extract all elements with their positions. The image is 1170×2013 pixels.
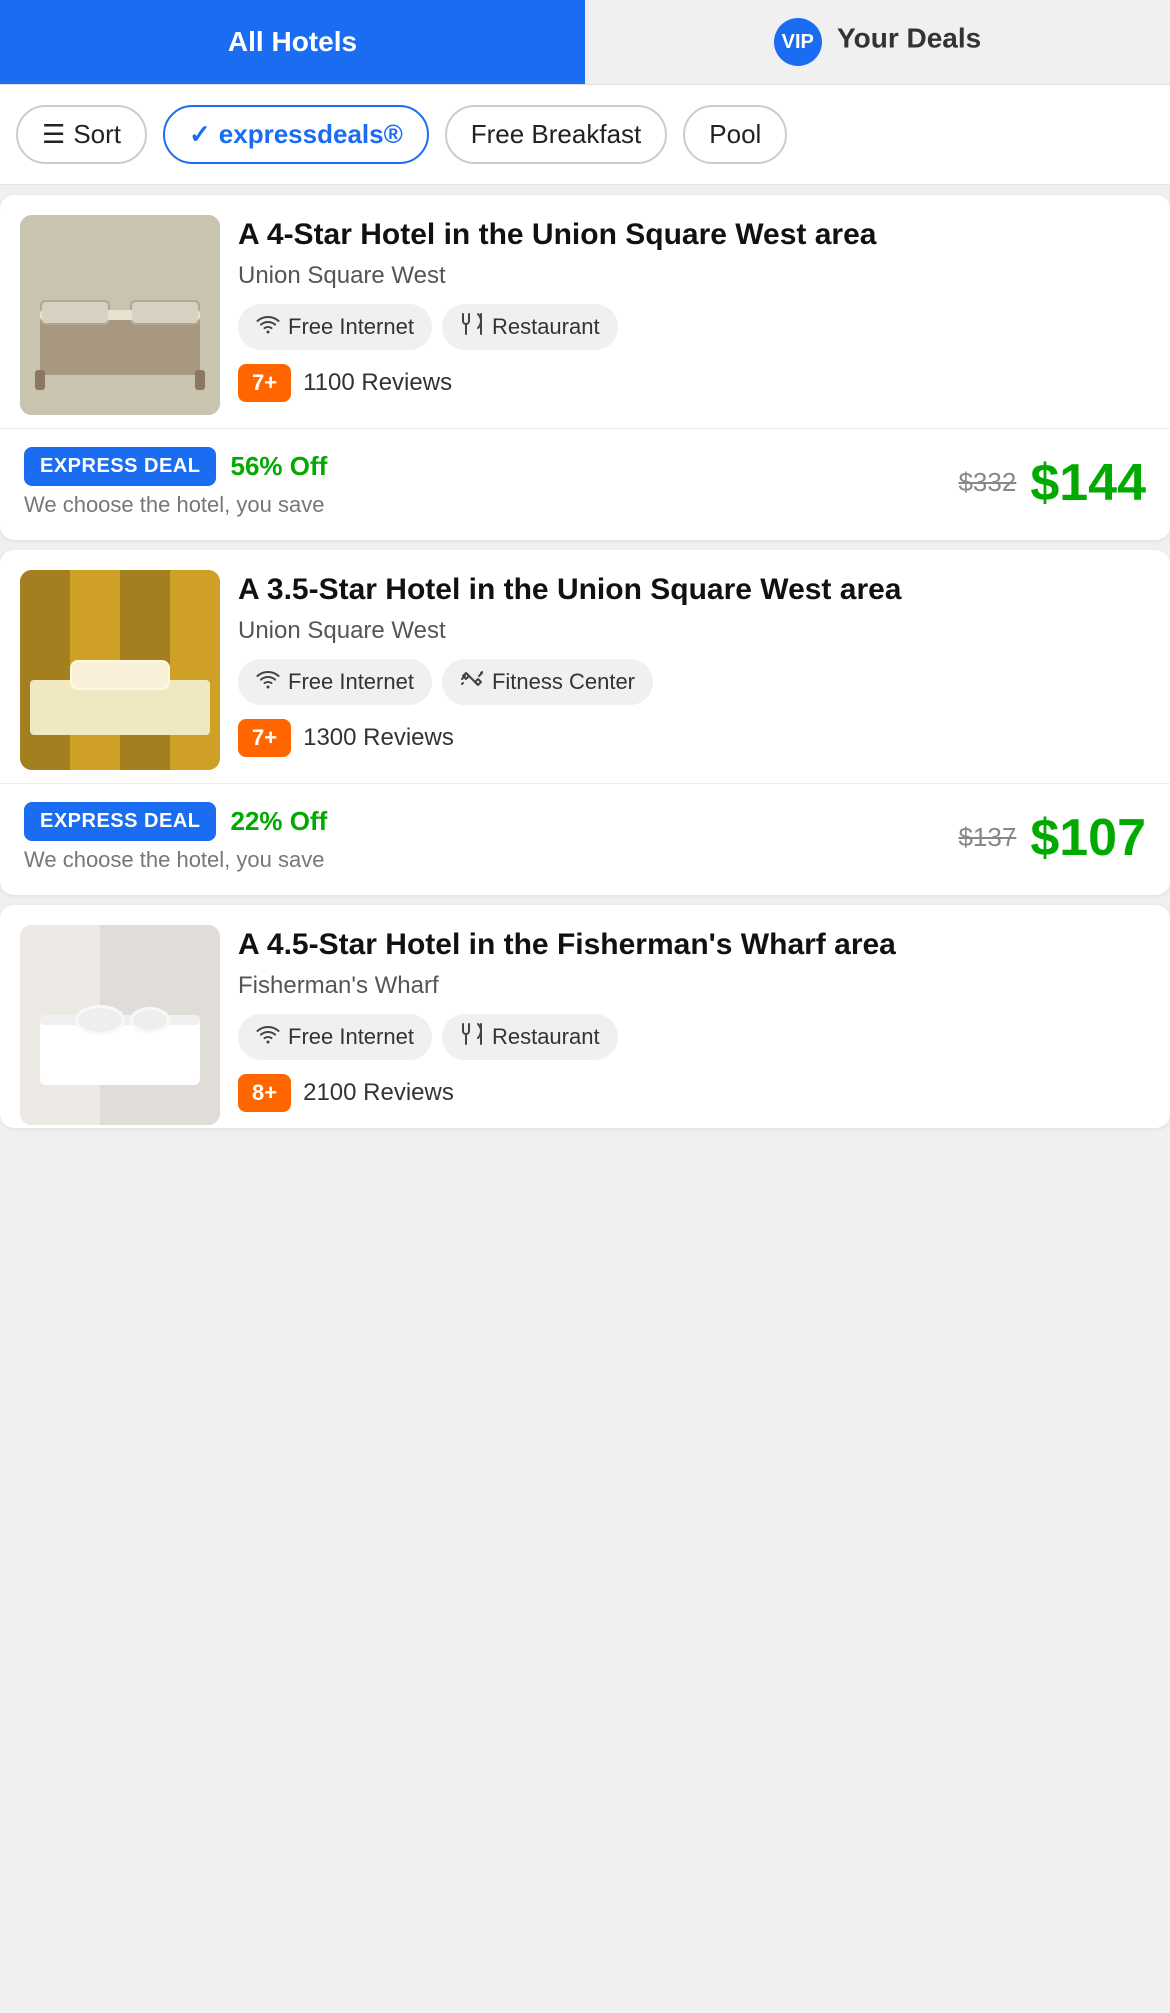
reviews-2: 7+ 1300 Reviews — [238, 719, 1150, 757]
reviews-1: 7+ 1100 Reviews — [238, 364, 1150, 402]
price-section-2: $137 $107 — [958, 808, 1146, 868]
discount-1: 56% Off — [230, 451, 327, 482]
deal-top-row-2: EXPRESS DEAL 22% Off — [24, 802, 327, 841]
amenities-3: Free Internet Restaurant — [238, 1014, 1150, 1060]
hotel-title-3: A 4.5-Star Hotel in the Fisherman's Whar… — [238, 925, 1150, 964]
price-current-1: $144 — [1030, 453, 1146, 513]
hotel-card-3[interactable]: A 4.5-Star Hotel in the Fisherman's Whar… — [0, 905, 1170, 1128]
restaurant-label-3: Restaurant — [492, 1024, 600, 1050]
pool-label: Pool — [709, 119, 761, 150]
reviews-3: 8+ 2100 Reviews — [238, 1074, 1150, 1112]
wifi-label-3: Free Internet — [288, 1024, 414, 1050]
deal-left-1: EXPRESS DEAL 56% Off We choose the hotel… — [24, 447, 327, 518]
hotel-area-3: Fisherman's Wharf — [238, 972, 1150, 1000]
deal-subtitle-1: We choose the hotel, you save — [24, 492, 327, 518]
amenity-wifi-2: Free Internet — [238, 659, 432, 705]
tab-bar: All Hotels VIP Your Deals — [0, 0, 1170, 85]
all-hotels-label: All Hotels — [228, 26, 357, 57]
price-original-2: $137 — [958, 822, 1016, 853]
wifi-icon-3 — [256, 1022, 280, 1052]
hotel-card-1[interactable]: A 4-Star Hotel in the Union Square West … — [0, 195, 1170, 540]
hotel-top-3: A 4.5-Star Hotel in the Fisherman's Whar… — [0, 905, 1170, 1128]
price-section-1: $332 $144 — [958, 453, 1146, 513]
wifi-label-2: Free Internet — [288, 669, 414, 695]
express-badge-2: EXPRESS DEAL — [24, 802, 216, 841]
rating-badge-3: 8+ — [238, 1074, 291, 1112]
amenity-wifi-3: Free Internet — [238, 1014, 432, 1060]
fitness-icon-2 — [460, 667, 484, 697]
discount-2: 22% Off — [230, 806, 327, 837]
hotel-info-2: A 3.5-Star Hotel in the Union Square Wes… — [238, 570, 1150, 773]
deal-left-2: EXPRESS DEAL 22% Off We choose the hotel… — [24, 802, 327, 873]
amenity-wifi-1: Free Internet — [238, 304, 432, 350]
amenity-restaurant-1: Restaurant — [442, 304, 618, 350]
hotel-image-3 — [20, 925, 220, 1125]
amenity-restaurant-3: Restaurant — [442, 1014, 618, 1060]
sort-label: Sort — [73, 119, 121, 150]
tab-all-hotels[interactable]: All Hotels — [0, 0, 585, 84]
wifi-icon-1 — [256, 312, 280, 342]
hotel-title-2: A 3.5-Star Hotel in the Union Square Wes… — [238, 570, 1150, 609]
vip-badge: VIP — [774, 18, 822, 66]
free-breakfast-label: Free Breakfast — [471, 119, 642, 150]
restaurant-icon-1 — [460, 312, 484, 342]
amenities-2: Free Internet — [238, 659, 1150, 705]
hotel-info-3: A 4.5-Star Hotel in the Fisherman's Whar… — [238, 925, 1150, 1128]
restaurant-label-1: Restaurant — [492, 314, 600, 340]
deal-top-row-1: EXPRESS DEAL 56% Off — [24, 447, 327, 486]
deal-section-1: EXPRESS DEAL 56% Off We choose the hotel… — [0, 428, 1170, 540]
wifi-label-1: Free Internet — [288, 314, 414, 340]
tab-vip-deals[interactable]: VIP Your Deals — [585, 0, 1170, 84]
express-badge-1: EXPRESS DEAL — [24, 447, 216, 486]
check-icon: ✓ — [189, 119, 211, 150]
review-count-1: 1100 Reviews — [303, 369, 452, 397]
restaurant-icon-3 — [460, 1022, 484, 1052]
pool-filter[interactable]: Pool — [683, 105, 787, 164]
amenities-1: Free Internet Restaurant — [238, 304, 1150, 350]
hotel-list: A 4-Star Hotel in the Union Square West … — [0, 185, 1170, 1148]
sort-filter[interactable]: ☰ Sort — [16, 105, 147, 164]
sort-icon: ☰ — [42, 119, 65, 150]
hotel-image-2 — [20, 570, 220, 770]
rating-badge-1: 7+ — [238, 364, 291, 402]
deal-section-2: EXPRESS DEAL 22% Off We choose the hotel… — [0, 783, 1170, 895]
hotel-area-1: Union Square West — [238, 262, 1150, 290]
review-count-3: 2100 Reviews — [303, 1079, 454, 1107]
hotel-title-1: A 4-Star Hotel in the Union Square West … — [238, 215, 1150, 254]
fitness-label-2: Fitness Center — [492, 669, 635, 695]
free-breakfast-filter[interactable]: Free Breakfast — [445, 105, 668, 164]
hotel-top-1: A 4-Star Hotel in the Union Square West … — [0, 195, 1170, 418]
price-current-2: $107 — [1030, 808, 1146, 868]
deal-subtitle-2: We choose the hotel, you save — [24, 847, 327, 873]
wifi-icon-2 — [256, 667, 280, 697]
review-count-2: 1300 Reviews — [303, 724, 454, 752]
express-deals-label: expressdeals® — [219, 119, 403, 150]
hotel-card-2[interactable]: A 3.5-Star Hotel in the Union Square Wes… — [0, 550, 1170, 895]
price-original-1: $332 — [958, 467, 1016, 498]
hotel-image-1 — [20, 215, 220, 415]
hotel-info-1: A 4-Star Hotel in the Union Square West … — [238, 215, 1150, 418]
express-deals-filter[interactable]: ✓ expressdeals® — [163, 105, 429, 164]
rating-badge-2: 7+ — [238, 719, 291, 757]
hotel-top-2: A 3.5-Star Hotel in the Union Square Wes… — [0, 550, 1170, 773]
amenity-fitness-2: Fitness Center — [442, 659, 653, 705]
hotel-area-2: Union Square West — [238, 617, 1150, 645]
vip-deals-label: Your Deals — [837, 23, 981, 54]
filter-bar: ☰ Sort ✓ expressdeals® Free Breakfast Po… — [0, 85, 1170, 185]
